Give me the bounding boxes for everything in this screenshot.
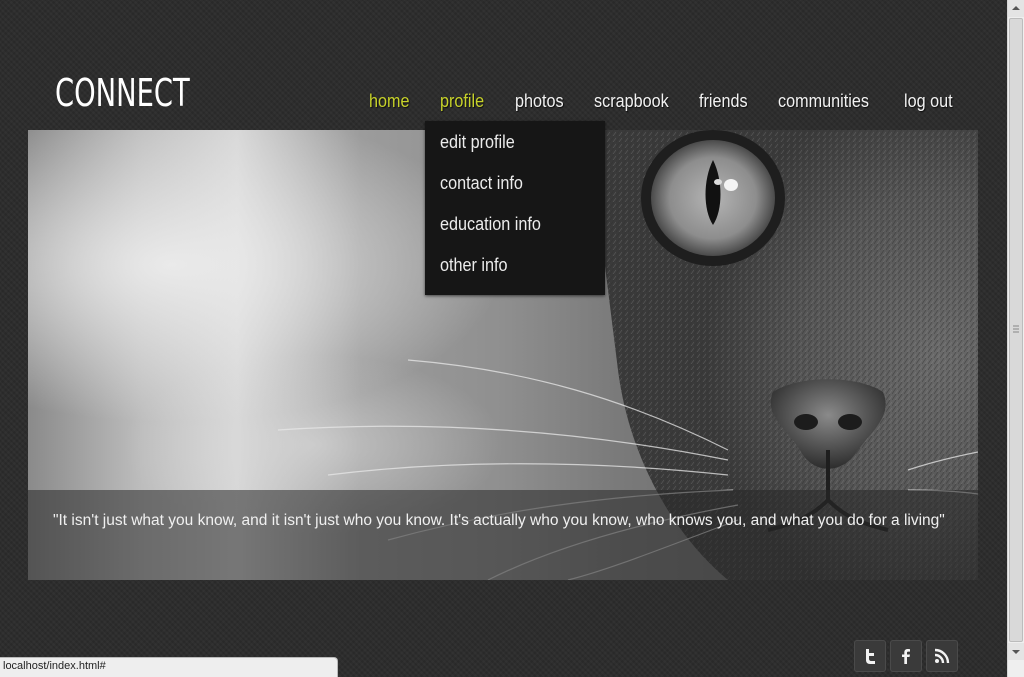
scroll-down-arrow[interactable] xyxy=(1008,643,1024,660)
twitter-icon[interactable] xyxy=(854,640,886,672)
site-logo[interactable]: CONNECT xyxy=(55,70,190,116)
menu-contact-info[interactable]: contact info xyxy=(440,173,523,194)
quote-caption: "It isn't just what you know, and it isn… xyxy=(28,490,978,580)
menu-education-info[interactable]: education info xyxy=(440,214,541,235)
facebook-icon[interactable] xyxy=(890,640,922,672)
nav-friends[interactable]: friends xyxy=(699,91,748,112)
menu-other-info[interactable]: other info xyxy=(440,255,508,276)
scroll-thumb[interactable] xyxy=(1009,18,1023,642)
nav-home[interactable]: home xyxy=(369,91,410,112)
nav-scrapbook[interactable]: scrapbook xyxy=(594,91,669,112)
nav-communities[interactable]: communities xyxy=(778,91,869,112)
quote-text: "It isn't just what you know, and it isn… xyxy=(53,512,945,529)
nav-profile[interactable]: profile xyxy=(440,91,484,112)
menu-edit-profile[interactable]: edit profile xyxy=(440,132,515,153)
browser-status-bar: localhost/index.html# xyxy=(0,657,338,677)
profile-dropdown: edit profile contact info education info… xyxy=(425,121,605,295)
nav-photos[interactable]: photos xyxy=(515,91,564,112)
vertical-scrollbar[interactable] xyxy=(1007,0,1024,677)
nav-log-out[interactable]: log out xyxy=(904,91,953,112)
status-url: localhost/index.html# xyxy=(3,660,106,672)
scroll-up-arrow[interactable] xyxy=(1008,0,1024,17)
rss-icon[interactable] xyxy=(926,640,958,672)
